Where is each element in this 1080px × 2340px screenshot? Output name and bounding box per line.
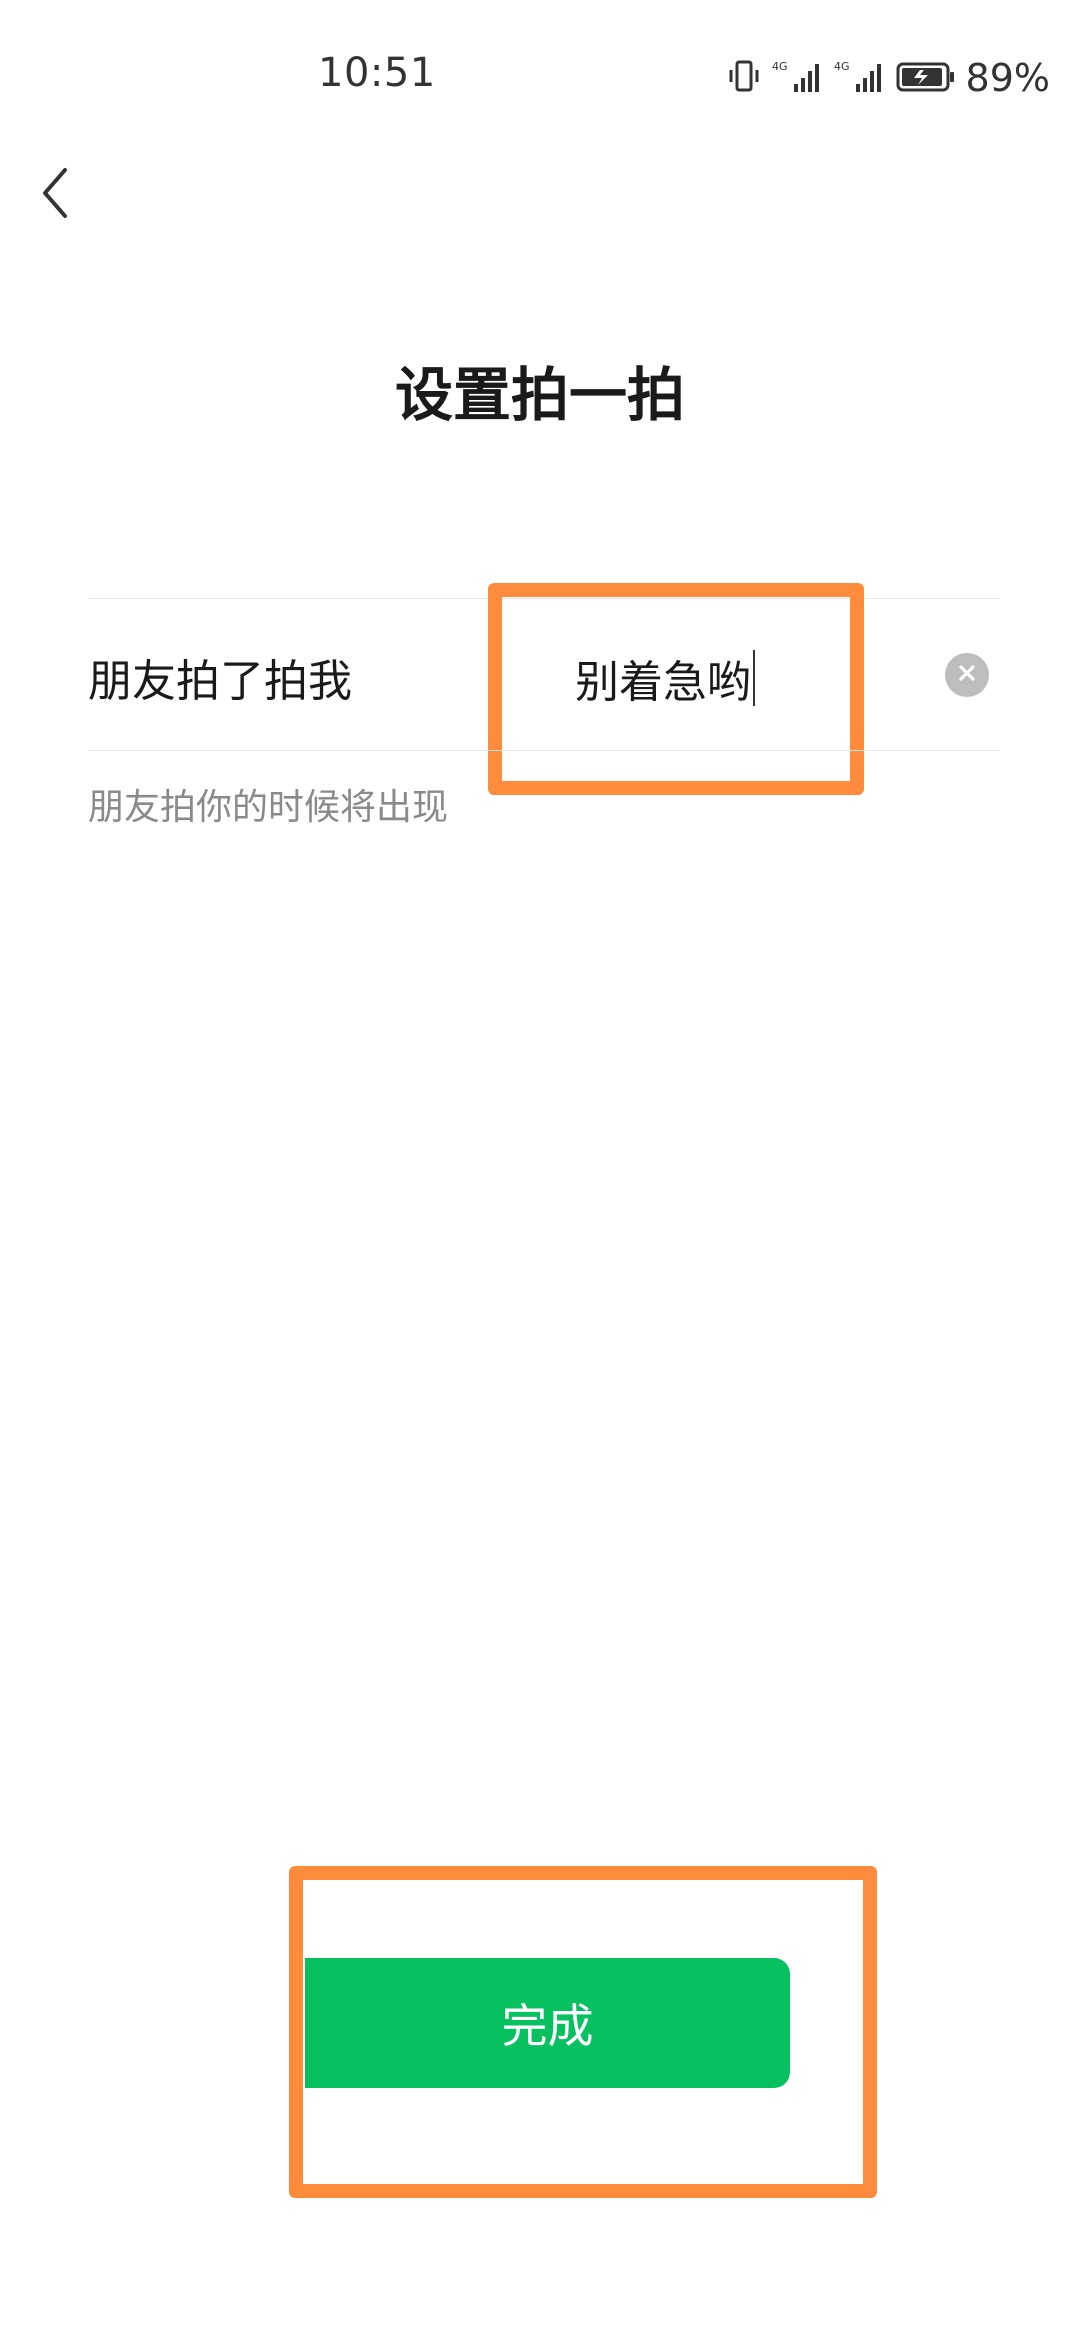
signal-4g-icon-2: 4G [834, 58, 886, 98]
input-highlight-box [488, 583, 864, 795]
battery-icon [896, 58, 956, 98]
status-icons: 4G 4G 89% [726, 56, 1050, 100]
svg-text:4G: 4G [772, 60, 788, 73]
field-label: 朋友拍了拍我 [88, 656, 352, 707]
clear-button[interactable] [945, 653, 989, 697]
status-time: 10:51 [318, 50, 436, 96]
divider-bottom [88, 750, 1000, 751]
hint-text: 朋友拍你的时候将出现 [88, 787, 449, 828]
back-button[interactable] [30, 160, 80, 230]
svg-text:4G: 4G [834, 60, 850, 73]
chevron-left-icon [39, 166, 71, 224]
done-highlight-box [289, 1866, 877, 2198]
clear-circle-icon [955, 661, 979, 689]
page-title: 设置拍一拍 [394, 361, 685, 429]
signal-4g-icon-1: 4G [772, 58, 824, 98]
battery-percentage: 89% [965, 56, 1050, 100]
status-bar: 10:51 4G 4G 89% [0, 0, 1080, 150]
vibrate-icon [726, 58, 762, 98]
